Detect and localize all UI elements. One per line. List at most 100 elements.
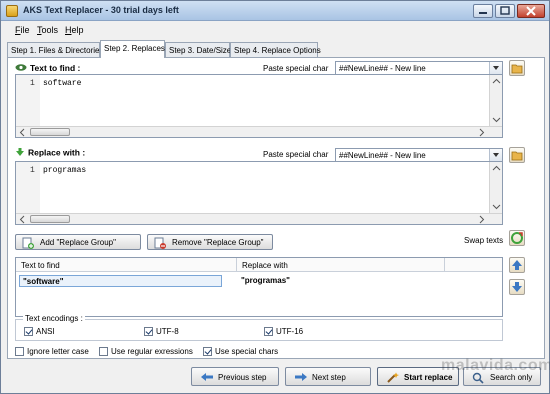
arrow-left-icon bbox=[200, 372, 214, 384]
table-header: Text to find Replace with bbox=[16, 258, 502, 272]
scroll-down-icon[interactable] bbox=[491, 201, 502, 212]
menu-tools[interactable]: Tools bbox=[37, 25, 58, 35]
col-header-find: Text to find bbox=[21, 261, 60, 270]
arrow-down-icon bbox=[512, 282, 522, 292]
checkbox-unchecked-icon bbox=[99, 347, 108, 357]
close-button[interactable] bbox=[517, 4, 545, 18]
replace-vscrollbar[interactable] bbox=[489, 162, 502, 213]
green-arrow-down-icon bbox=[15, 147, 25, 159]
scroll-right-icon[interactable] bbox=[476, 214, 487, 225]
checkbox-special-chars[interactable]: Use special chars bbox=[203, 347, 278, 357]
checkbox-regular-expressions[interactable]: Use regular exressions bbox=[99, 347, 193, 357]
maximize-icon bbox=[500, 6, 510, 15]
swap-texts-button[interactable] bbox=[509, 230, 525, 246]
find-hscrollbar[interactable] bbox=[16, 126, 502, 137]
replace-groups-table[interactable]: Text to find Replace with "software" "pr… bbox=[15, 257, 503, 317]
scroll-up-icon[interactable] bbox=[491, 163, 502, 174]
tab-date-size[interactable]: Step 3. Date/Size bbox=[165, 42, 231, 57]
replace-paste-combo[interactable]: ##NewLine## - New line bbox=[335, 148, 503, 162]
replace-paste-label: Paste special char bbox=[263, 150, 329, 159]
replace-text: programas bbox=[43, 166, 87, 175]
folder-icon bbox=[511, 151, 523, 161]
checkbox-ignore-case[interactable]: Ignore letter case bbox=[15, 347, 89, 357]
replace-line-number: 1 bbox=[30, 166, 35, 175]
scroll-down-icon[interactable] bbox=[491, 114, 502, 125]
find-eye-icon bbox=[15, 63, 27, 74]
scroll-left-icon[interactable] bbox=[17, 214, 28, 225]
arrow-right-icon bbox=[294, 372, 308, 384]
scroll-left-icon[interactable] bbox=[17, 127, 28, 138]
add-replace-group-button[interactable]: Add "Replace Group" bbox=[15, 234, 141, 250]
table-row-replace-cell[interactable]: "programas" bbox=[238, 275, 438, 287]
minimize-icon bbox=[479, 12, 487, 14]
checkbox-ansi[interactable]: ANSI bbox=[24, 327, 55, 337]
remove-replace-group-label: Remove "Replace Group" bbox=[172, 238, 264, 247]
scroll-right-icon[interactable] bbox=[476, 127, 487, 138]
table-row-find-cell[interactable]: "software" bbox=[19, 275, 222, 287]
find-vscrollbar[interactable] bbox=[489, 75, 502, 126]
menu-help[interactable]: Help bbox=[65, 25, 84, 35]
app-window: AKS Text Replacer - 30 trial days left F… bbox=[0, 0, 550, 394]
add-page-icon bbox=[22, 237, 34, 251]
col-header-replace: Replace with bbox=[242, 261, 288, 270]
utf8-label: UTF-8 bbox=[156, 327, 179, 336]
replace-wand-icon bbox=[386, 372, 400, 386]
find-hscroll-thumb[interactable] bbox=[30, 128, 70, 136]
tab-files-directories[interactable]: Step 1. Files & Directories bbox=[7, 42, 103, 57]
checkbox-utf16[interactable]: UTF-16 bbox=[264, 327, 304, 337]
chevron-down-icon bbox=[489, 149, 502, 161]
remove-replace-group-button[interactable]: Remove "Replace Group" bbox=[147, 234, 273, 250]
replace-paste-value: ##NewLine## - New line bbox=[339, 151, 426, 160]
move-up-button[interactable] bbox=[509, 257, 525, 273]
checkbox-checked-icon bbox=[264, 327, 273, 337]
ansi-label: ANSI bbox=[36, 327, 55, 336]
checkbox-checked-icon bbox=[203, 347, 212, 357]
menu-bar: File Tools Help bbox=[1, 22, 549, 38]
replace-label-row: Replace with : bbox=[15, 147, 85, 159]
find-label-row: Text to find : bbox=[15, 63, 80, 74]
previous-step-button[interactable]: Previous step bbox=[191, 367, 279, 386]
find-paste-value: ##NewLine## - New line bbox=[339, 64, 426, 73]
next-step-label: Next step bbox=[312, 373, 346, 382]
replace-text-editor[interactable]: 1 programas bbox=[15, 161, 503, 225]
replace-hscrollbar[interactable] bbox=[16, 213, 502, 224]
move-down-button[interactable] bbox=[509, 279, 525, 295]
checkbox-unchecked-icon bbox=[15, 347, 24, 357]
checkbox-checked-icon bbox=[144, 327, 153, 337]
replace-hscroll-thumb[interactable] bbox=[30, 215, 70, 223]
minimize-button[interactable] bbox=[473, 4, 493, 18]
watermark: malavida.com bbox=[441, 357, 550, 374]
title-bar: AKS Text Replacer - 30 trial days left bbox=[1, 1, 549, 21]
close-icon bbox=[526, 6, 536, 16]
window-title: AKS Text Replacer - 30 trial days left bbox=[23, 5, 179, 15]
add-replace-group-label: Add "Replace Group" bbox=[40, 238, 116, 247]
swap-texts-label: Swap texts bbox=[464, 236, 504, 245]
find-paste-combo[interactable]: ##NewLine## - New line bbox=[335, 61, 503, 75]
find-paste-label: Paste special char bbox=[263, 64, 329, 73]
text-encodings-legend: Text encodings : bbox=[23, 314, 85, 323]
regular-expressions-label: Use regular exressions bbox=[111, 347, 193, 356]
find-text-editor[interactable]: 1 software bbox=[15, 74, 503, 138]
app-icon bbox=[6, 5, 18, 17]
find-text: software bbox=[43, 79, 82, 88]
tab-replaces[interactable]: Step 2. Replaces bbox=[100, 40, 165, 58]
checkbox-checked-icon bbox=[24, 327, 33, 337]
col-divider bbox=[236, 258, 237, 272]
menu-file[interactable]: File bbox=[15, 25, 30, 35]
ignore-case-label: Ignore letter case bbox=[27, 347, 89, 356]
find-open-file-button[interactable] bbox=[509, 60, 525, 76]
scroll-up-icon[interactable] bbox=[491, 76, 502, 87]
replace-label: Replace with : bbox=[28, 147, 86, 158]
previous-step-label: Previous step bbox=[218, 373, 267, 382]
checkbox-utf8[interactable]: UTF-8 bbox=[144, 327, 179, 337]
text-encodings-group: Text encodings : ANSI UTF-8 UTF-16 bbox=[15, 314, 503, 341]
maximize-button[interactable] bbox=[495, 4, 515, 18]
swap-icon bbox=[511, 232, 523, 244]
folder-icon bbox=[511, 64, 523, 74]
replace-open-file-button[interactable] bbox=[509, 147, 525, 163]
tab-replace-options[interactable]: Step 4. Replace Options bbox=[230, 42, 321, 57]
next-step-button[interactable]: Next step bbox=[285, 367, 371, 386]
utf16-label: UTF-16 bbox=[276, 327, 304, 336]
find-label: Text to find : bbox=[30, 63, 81, 73]
remove-page-icon bbox=[154, 237, 166, 251]
